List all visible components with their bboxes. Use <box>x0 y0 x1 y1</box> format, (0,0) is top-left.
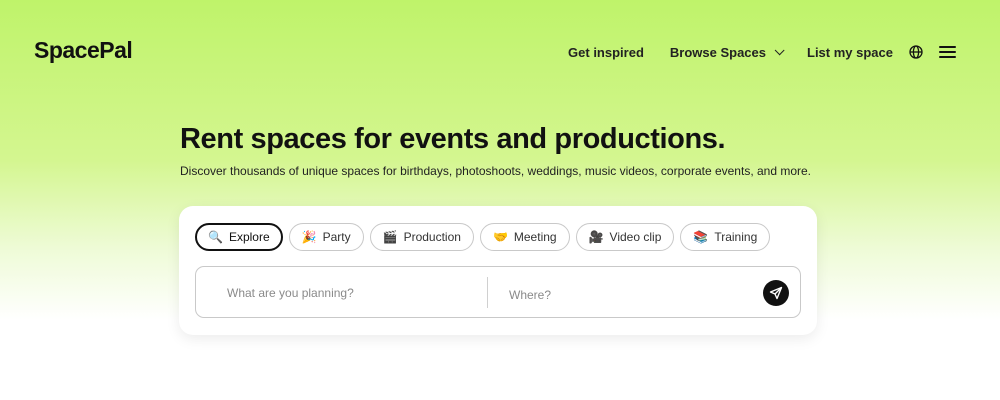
nav-browse-spaces-label: Browse Spaces <box>669 44 766 60</box>
nav-list-my-space[interactable]: List my space <box>807 45 893 60</box>
clapperboard-icon: 🎬 <box>382 230 398 244</box>
hero-subtitle: Discover thousands of unique spaces for … <box>180 164 812 178</box>
nav-get-inspired[interactable]: Get inspired <box>568 45 644 60</box>
magnifier-icon: 🔍 <box>208 230 223 244</box>
chip-meeting[interactable]: 🤝 Meeting <box>479 223 570 251</box>
search-bar <box>195 266 801 318</box>
chip-label: Production <box>403 230 461 244</box>
site-header: SpacePal Get inspired Browse Spaces List… <box>0 0 1000 100</box>
hamburger-menu-icon[interactable] <box>939 45 956 59</box>
chip-video-clip[interactable]: 🎥 Video clip <box>575 223 675 251</box>
chevron-down-icon <box>774 44 785 55</box>
nav-get-inspired-label: Get inspired <box>568 44 644 60</box>
chip-explore[interactable]: 🔍 Explore <box>195 223 283 251</box>
chip-label: Party <box>322 230 351 244</box>
video-camera-icon: 🎥 <box>588 230 604 244</box>
search-submit-button[interactable] <box>763 280 789 306</box>
chip-label: Meeting <box>513 230 557 244</box>
nav-browse-spaces[interactable]: Browse Spaces <box>669 44 785 60</box>
main-nav: Get inspired Browse Spaces List my space <box>568 40 956 64</box>
chip-label: Video clip <box>609 230 662 244</box>
send-arrow-icon <box>769 286 783 300</box>
search-card: 🔍 Explore 🎉 Party 🎬 Production 🤝 Meeting… <box>179 206 817 335</box>
logo[interactable]: SpacePal <box>34 37 133 64</box>
party-popper-icon: 🎉 <box>301 230 317 244</box>
chip-party[interactable]: 🎉 Party <box>288 223 364 251</box>
globe-icon[interactable] <box>909 45 923 59</box>
search-divider <box>487 277 488 308</box>
handshake-icon: 🤝 <box>492 230 508 244</box>
chip-label: Training <box>714 230 758 244</box>
books-icon: 📚 <box>693 230 709 244</box>
chip-training[interactable]: 📚 Training <box>680 223 771 251</box>
hero: Rent spaces for events and productions. … <box>180 120 880 178</box>
category-chips: 🔍 Explore 🎉 Party 🎬 Production 🤝 Meeting… <box>195 223 776 251</box>
hero-title: Rent spaces for events and productions. <box>180 123 726 155</box>
chip-production[interactable]: 🎬 Production <box>369 223 474 251</box>
chip-label: Explore <box>228 230 270 244</box>
nav-list-my-space-label: List my space <box>807 44 893 60</box>
location-input[interactable] <box>507 286 751 304</box>
planning-input[interactable] <box>225 284 479 302</box>
